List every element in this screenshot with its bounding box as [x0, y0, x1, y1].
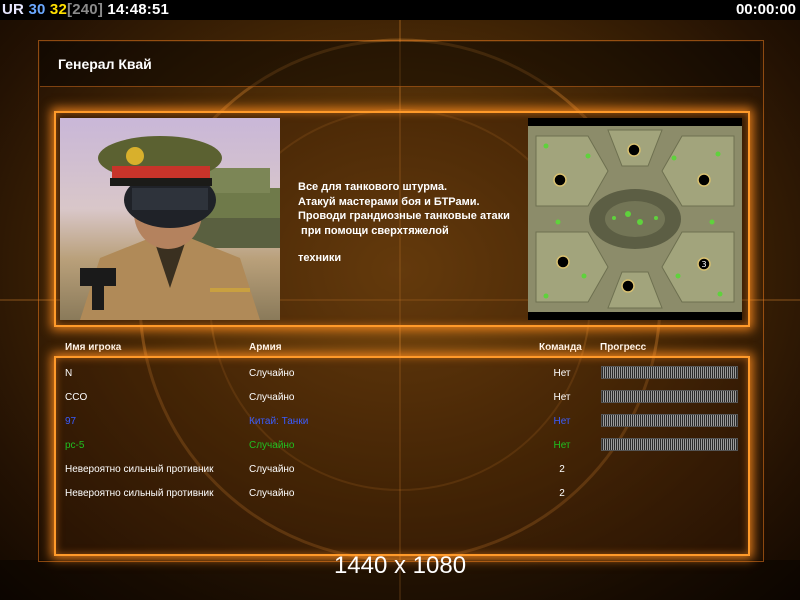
- hud-value-a: 30: [28, 1, 46, 18]
- player-row: CCO Случайно Нет: [0, 390, 800, 416]
- description-line: Все для танкового штурма.: [298, 181, 447, 193]
- description-line: Атакуй мастерами боя и БТРами.: [298, 195, 480, 208]
- resolution-label: 1440 x 1080: [333, 552, 467, 579]
- player-army: Случайно: [249, 488, 295, 499]
- player-row: Невероятно сильный противник Случайно 2: [0, 488, 800, 512]
- player-team: Нет: [553, 416, 571, 427]
- minimap: 3: [528, 118, 742, 320]
- header-team: Команда: [539, 342, 582, 353]
- header-progress: Прогресс: [600, 342, 647, 353]
- player-row: Невероятно сильный противник Случайно 2: [0, 464, 800, 488]
- minimap-marker-label: 3: [701, 260, 706, 269]
- description-line: техники: [298, 252, 342, 264]
- player-name: pc-5: [65, 440, 85, 451]
- header-player-name: Имя игрока: [65, 342, 122, 353]
- hud-timer: 00:00:00: [735, 1, 796, 18]
- player-army: Случайно: [249, 440, 295, 451]
- player-team: Нет: [553, 392, 571, 403]
- general-title: Генерал Квай: [58, 56, 152, 72]
- player-team: Нет: [553, 368, 571, 379]
- general-portrait: [60, 118, 280, 320]
- hud-value-c: [240]: [67, 1, 104, 18]
- player-row: pc-5 Случайно Нет: [0, 438, 800, 464]
- player-name: Невероятно сильный противник: [65, 464, 214, 475]
- player-team: 2: [559, 488, 565, 499]
- player-row: N Случайно Нет: [0, 366, 800, 392]
- player-team: 2: [559, 464, 565, 475]
- general-description: Все для танкового штурма. Атакуй мастера…: [298, 180, 523, 266]
- description-line: [298, 238, 523, 251]
- player-name: Невероятно сильный противник: [65, 488, 214, 499]
- player-army: Случайно: [249, 368, 295, 379]
- hud-value-b: 32: [49, 1, 68, 18]
- player-team: Нет: [553, 440, 571, 451]
- top-hud: UR 30 32[240] 14:48:51 00:00:00: [0, 0, 800, 20]
- progress-bar: [601, 438, 738, 451]
- player-name: N: [65, 368, 73, 379]
- description-line: Проводи грандиозные танковые атаки: [298, 210, 510, 222]
- hud-stats: UR 30 32[240] 14:48:51: [2, 1, 169, 18]
- progress-bar: [601, 366, 738, 379]
- player-name: 97: [65, 416, 77, 427]
- hud-clock: 14:48:51: [107, 1, 170, 18]
- player-army: Китай: Танки: [249, 416, 309, 427]
- hud-ur: UR: [2, 1, 25, 18]
- progress-bar: [601, 414, 738, 427]
- player-army: Случайно: [249, 392, 295, 403]
- progress-bar: [601, 390, 738, 403]
- player-army: Случайно: [249, 464, 295, 475]
- header-army: Армия: [249, 342, 282, 353]
- description-line: при помощи сверхтяжелой: [298, 224, 449, 237]
- player-name: CCO: [65, 392, 88, 403]
- player-row: 97 Китай: Танки Нет: [0, 414, 800, 440]
